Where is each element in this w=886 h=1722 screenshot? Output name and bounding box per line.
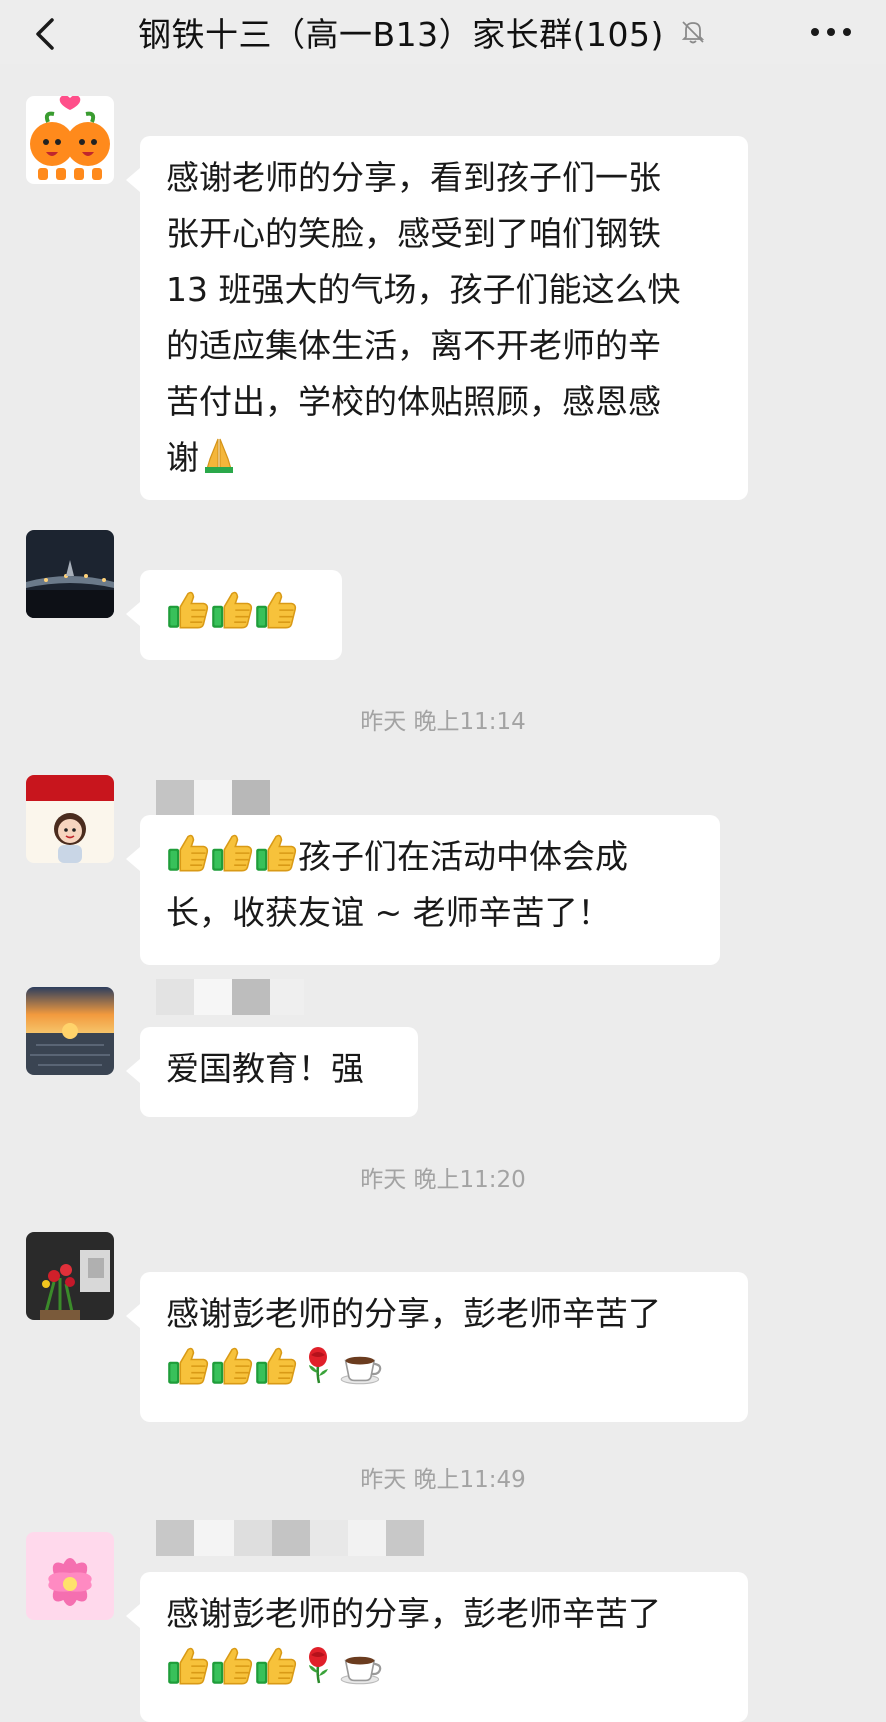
thumbs-up-icon [210,1643,254,1687]
chat-title-area: 钢铁十三（高一B13）家长群(105) [138,6,708,58]
message-line: 的适应集体生活，离不开老师的辛 [166,326,661,365]
thumbs-up-icon [166,587,210,631]
message-bubble[interactable] [126,570,342,660]
coffee-icon [338,1643,384,1687]
chat-title: 钢铁十三（高一B13）家长群(105) [138,15,664,54]
thumbs-up-icon [166,1343,210,1387]
timestamp: 昨天 晚上11:20 [360,1167,526,1193]
thumbs-up-icon [166,1643,210,1687]
message-bubble[interactable]: 感谢彭老师的分享，彭老师辛苦了 [126,1272,748,1422]
message-line: 孩子们在活动中体会成 [166,829,692,885]
night-bridge-avatar[interactable] [26,530,114,618]
thumbs-up-icon [254,1343,298,1387]
thumbs-up-icon [210,830,254,874]
message-line: 感谢老师的分享，看到孩子们一张 [166,158,661,197]
message-line: 张开心的笑脸，感受到了咱们钢铁 [166,214,661,253]
message-bubble[interactable]: 感谢彭老师的分享，彭老师辛苦了 [126,1572,748,1722]
rose-icon [298,1643,338,1687]
pray-hands-icon [199,435,239,475]
message-bubble[interactable]: 感谢老师的分享，看到孩子们一张 张开心的笑脸，感受到了咱们钢铁 13 班强大的气… [126,136,748,500]
thumbs-up-icon [210,587,254,631]
thumbs-up-icon [210,1343,254,1387]
lotus-avatar[interactable] [26,1532,114,1620]
flowers-avatar[interactable] [26,1232,114,1320]
message-text: 谢 [166,438,199,477]
top-bar: 钢铁十三（高一B13）家长群(105) [0,0,886,64]
timestamp: 昨天 晚上11:49 [360,1467,526,1493]
sender-name-redacted [156,1520,424,1556]
bell-off-icon [681,21,705,44]
rose-icon [298,1343,338,1387]
thumbs-up-icon [166,830,210,874]
message-bubble[interactable]: 孩子们在活动中体会成 长，收获友谊 ~ 老师辛苦了！ [126,815,720,965]
message-line: 长，收获友谊 ~ 老师辛苦了！ [166,893,611,932]
cartoon-girl-avatar[interactable] [26,775,114,863]
message-line: 感谢彭老师的分享，彭老师辛苦了 [166,1294,661,1333]
sunset-sea-avatar[interactable] [26,987,114,1075]
more-horizontal-icon[interactable] [806,14,856,50]
message-bubble[interactable]: 爱国教育！强 [126,1027,418,1117]
message-line [166,1642,720,1698]
message-line: 爱国教育！强 [166,1049,364,1088]
message-line: 谢 [166,430,720,486]
message-line: 13 班强大的气场，孩子们能这么快 [166,270,681,309]
thumbs-up-icon [254,830,298,874]
timestamp: 昨天 晚上11:14 [360,709,526,735]
thumbs-up-icon [254,587,298,631]
message-line: 苦付出，学校的体贴照顾，感恩感 [166,382,661,421]
message-text: 孩子们在活动中体会成 [298,837,628,876]
coffee-icon [338,1343,384,1387]
thumbs-up-icon [254,1643,298,1687]
orange-couple-avatar[interactable] [26,96,114,184]
message-line: 感谢彭老师的分享，彭老师辛苦了 [166,1594,661,1633]
message-line [166,1342,720,1398]
chevron-left-icon[interactable] [26,14,66,54]
sender-name-redacted [156,780,304,816]
sender-name-redacted [156,979,304,1015]
